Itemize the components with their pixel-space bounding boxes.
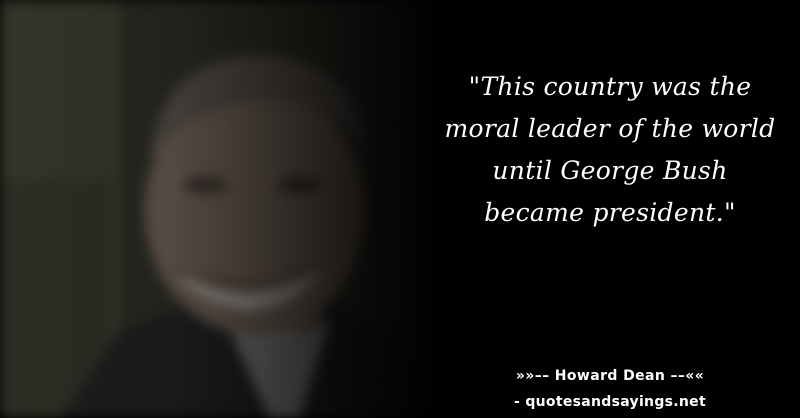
source-line: - quotesandsayings.net [514,394,706,410]
quote-card: "This country was the moral leader of th… [0,0,800,418]
quote-block: "This country was the moral leader of th… [440,66,780,234]
author-line: »»–– Howard Dean ––«« [515,368,705,384]
quote-text: "This country was the moral leader of th… [444,72,776,227]
portrait-photo [0,0,440,418]
portrait-fade-overlay [0,0,440,418]
